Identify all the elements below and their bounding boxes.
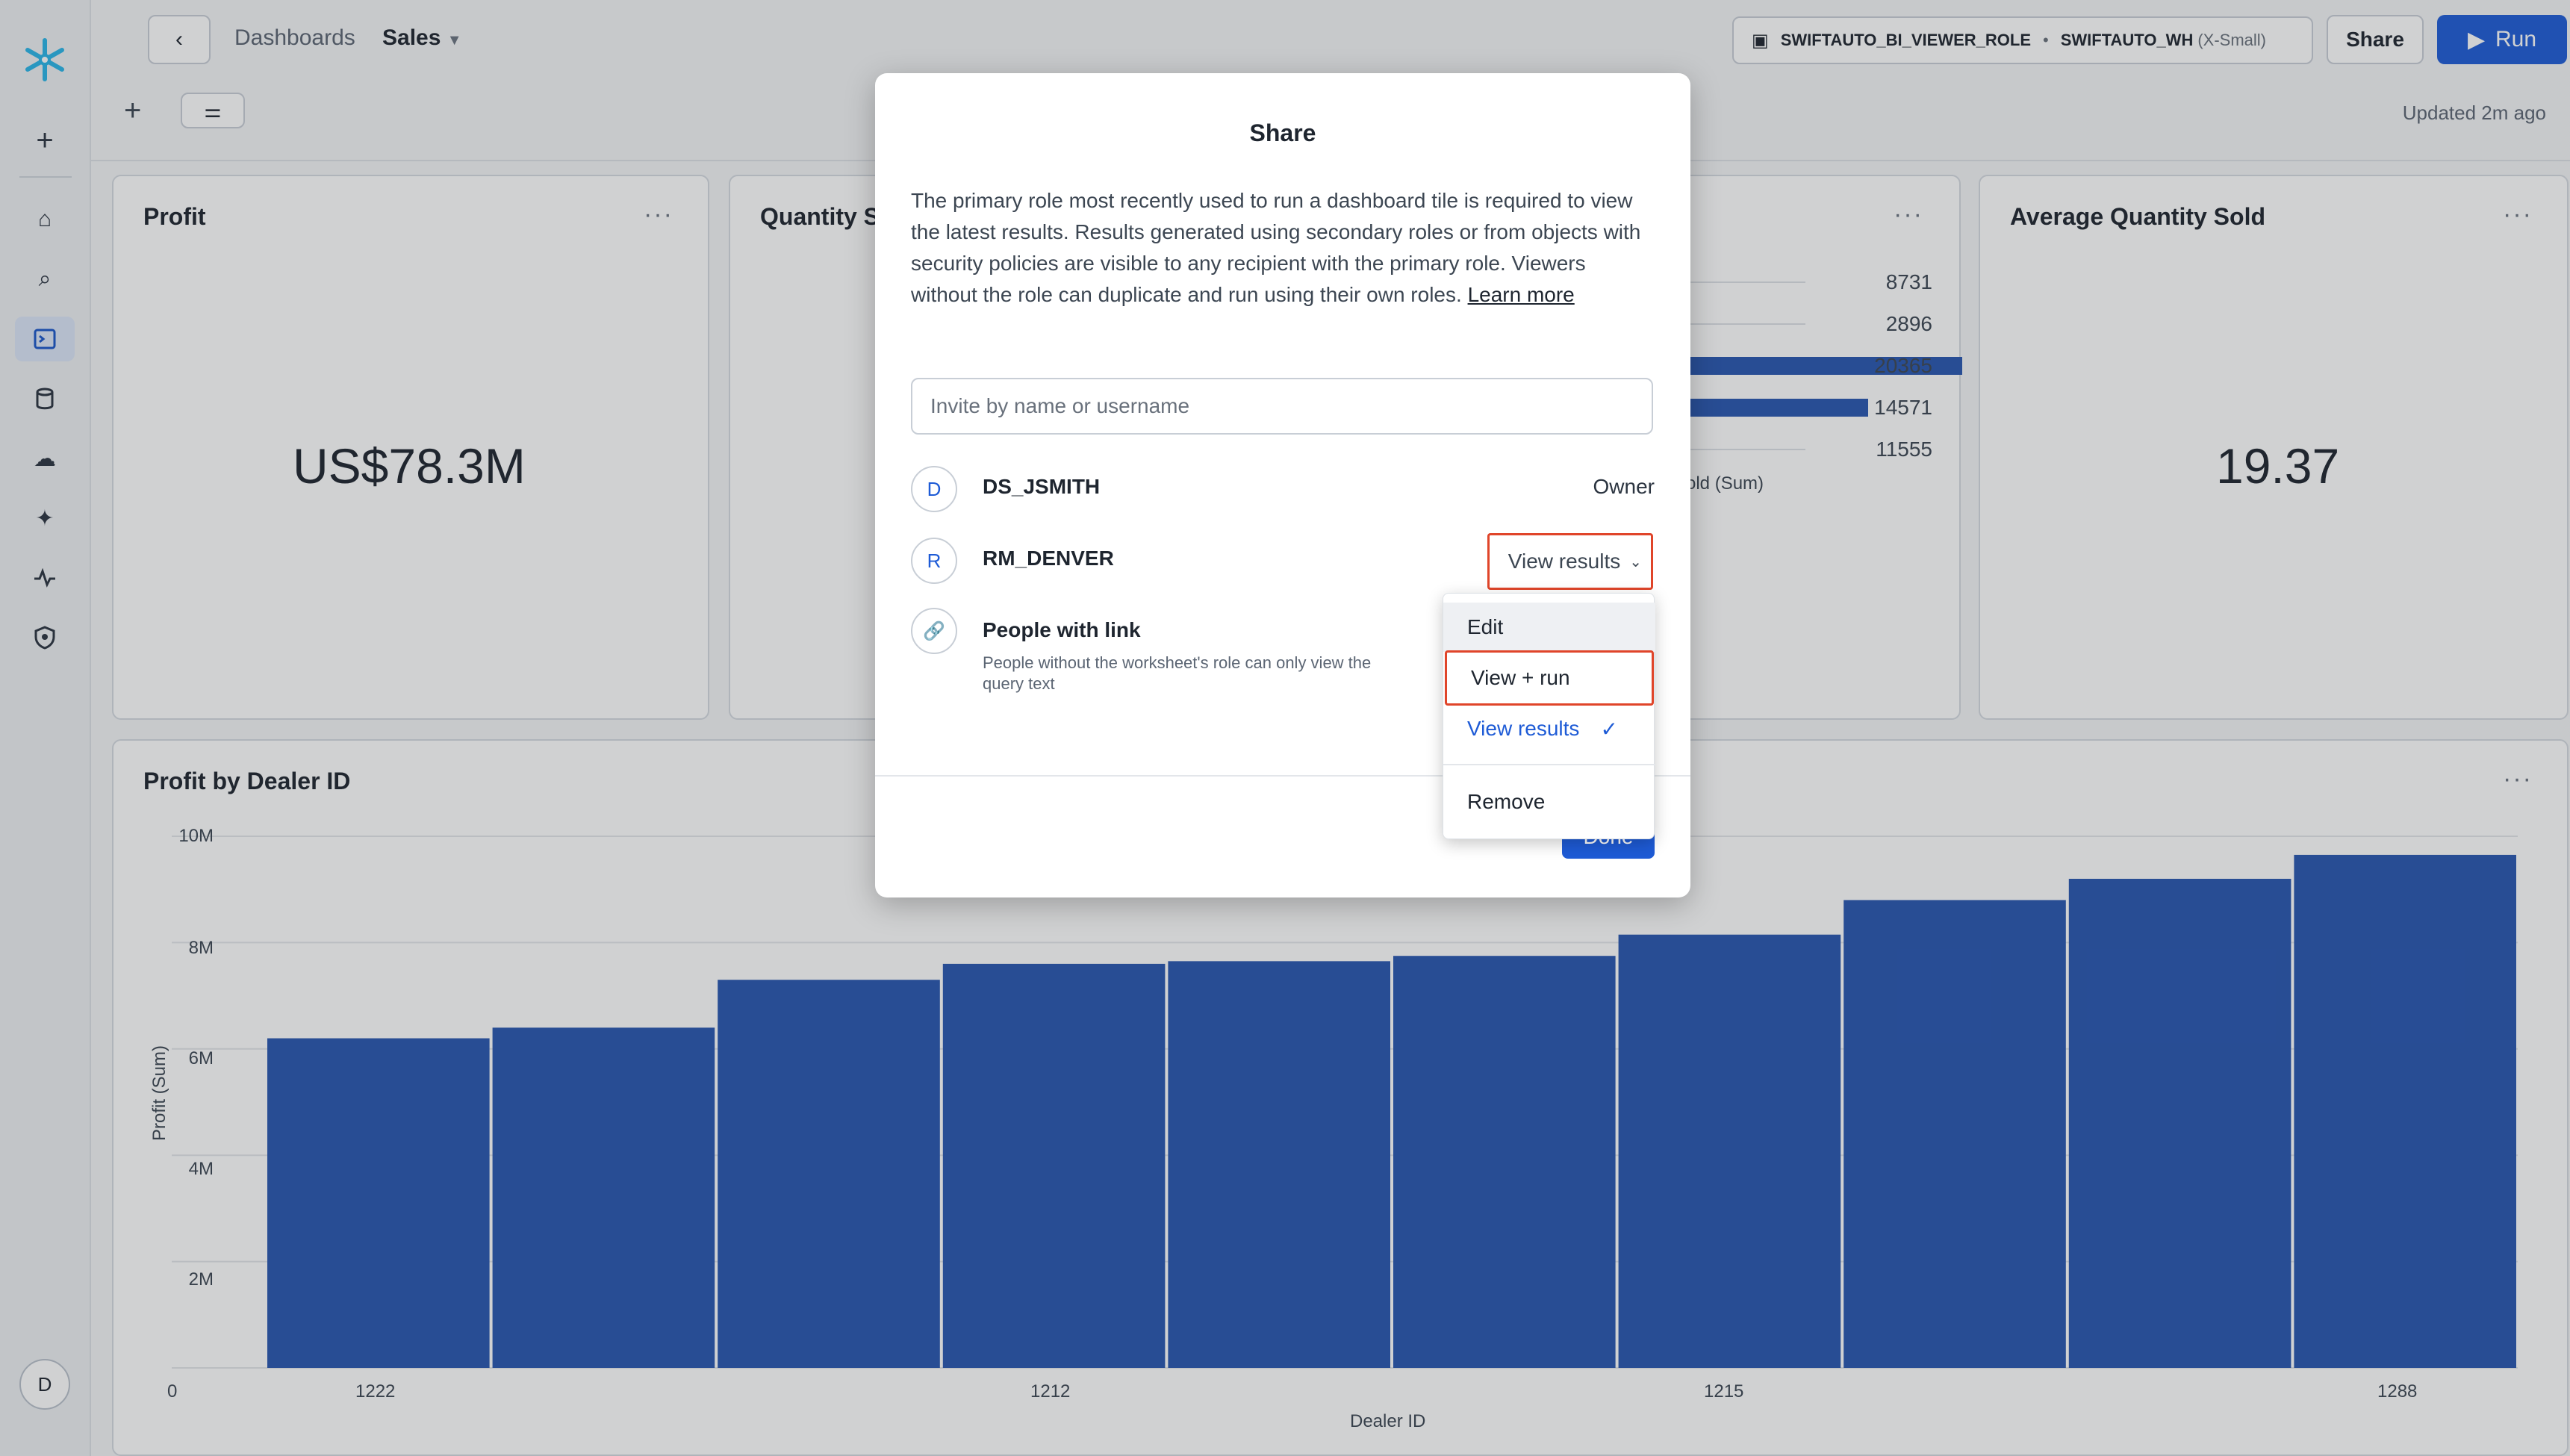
dialog-title: Share xyxy=(1249,119,1316,146)
dialog-description: The primary role most recently used to r… xyxy=(911,185,1658,311)
check-icon: ✓ xyxy=(1600,717,1618,741)
dropdown-item-remove[interactable]: Remove xyxy=(1443,777,1655,827)
person-avatar: R xyxy=(911,538,957,584)
link-title: People with link xyxy=(983,618,1141,641)
dropdown-divider xyxy=(1443,764,1655,765)
owner-label: Owner xyxy=(1593,475,1655,498)
dropdown-item-edit[interactable]: Edit xyxy=(1443,603,1655,652)
permission-select[interactable]: View results ⌄ xyxy=(1487,533,1653,590)
permission-dropdown: Edit View + run View results ✓ Remove xyxy=(1443,593,1655,839)
link-icon: 🔗 xyxy=(911,608,957,654)
chevron-down-icon: ⌄ xyxy=(1629,553,1642,570)
dropdown-item-view-run[interactable]: View + run xyxy=(1445,650,1654,706)
permission-value: View results xyxy=(1508,550,1621,573)
person-name: DS_JSMITH xyxy=(983,475,1101,498)
item-label: View results xyxy=(1467,717,1580,740)
person-name: RM_DENVER xyxy=(983,547,1114,570)
learn-more-link[interactable]: Learn more xyxy=(1468,283,1575,306)
invite-input[interactable]: Invite by name or username xyxy=(911,378,1653,435)
person-avatar: D xyxy=(911,466,957,512)
link-subtitle: People without the worksheet's role can … xyxy=(983,653,1372,693)
dropdown-item-view-results[interactable]: View results ✓ xyxy=(1443,704,1655,753)
